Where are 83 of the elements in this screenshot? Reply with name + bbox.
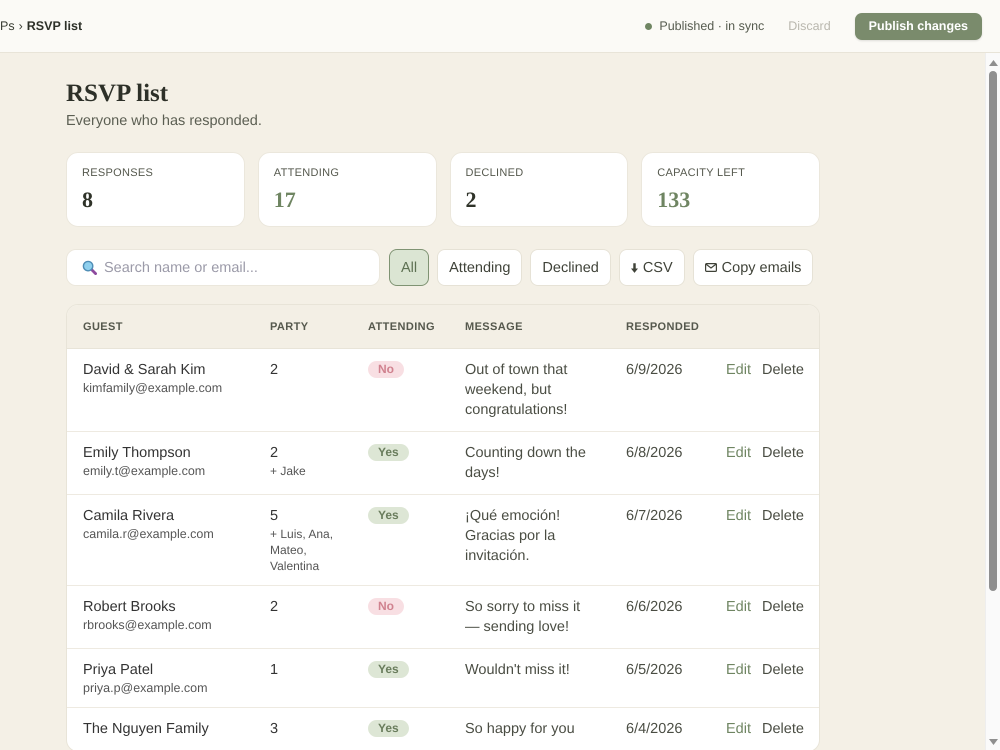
scroll-down-arrow-icon[interactable] (988, 739, 998, 745)
guest-email: priya.p@example.com (83, 680, 209, 696)
status-dot-icon (645, 22, 652, 30)
publish-status: Published · in sync (659, 19, 764, 33)
guest-email: emily.t@example.com (83, 463, 206, 479)
responded-date: 6/5/2026 (625, 661, 684, 680)
responded-date: 6/6/2026 (625, 598, 684, 617)
scrollbar-thumb[interactable] (989, 71, 997, 591)
delete-link[interactable]: Delete (762, 443, 804, 463)
delete-link[interactable]: Delete (762, 719, 804, 739)
envelope-icon (704, 263, 717, 272)
search-field[interactable]: Search name or email... (66, 249, 380, 286)
guest-name: Camila Rivera (83, 507, 176, 526)
party-size: 2 (270, 361, 280, 380)
delete-link[interactable]: Delete (762, 360, 804, 380)
copy-emails-button[interactable]: Copy emails (692, 249, 814, 286)
guest-name: Robert Brooks (83, 598, 177, 617)
message-text: Out of town that weekend, but congratulations! (464, 361, 568, 420)
stat-label: ATTENDING (274, 166, 340, 180)
attending-badge: Yes (368, 507, 409, 524)
edit-link[interactable]: Edit (726, 360, 751, 380)
guest-names: + Luis, Ana, Mateo, Valentina (270, 526, 334, 574)
stat-value: 2 (466, 186, 478, 214)
responded-date: 6/8/2026 (625, 444, 684, 463)
stat-label: DECLINED (466, 166, 525, 180)
guest-name: The Nguyen Family (83, 720, 210, 739)
edit-link[interactable]: Edit (726, 597, 751, 617)
stat-label: RESPONSES (82, 166, 154, 180)
down-arrow-icon (630, 262, 638, 272)
page-title: RSVP list (66, 79, 170, 109)
csv-download-button[interactable]: CSV (618, 249, 685, 286)
guest-email: kimfamily@example.com (83, 380, 224, 396)
attending-badge: No (368, 598, 404, 615)
message-text: Counting down the days! (464, 444, 587, 483)
publish-button[interactable]: Publish changes (854, 12, 982, 40)
message-text: So happy for you (464, 720, 576, 739)
attending-badge: Yes (368, 661, 409, 678)
breadcrumb-link[interactable]: RSVP list (26, 19, 82, 33)
column-header: GUEST (82, 320, 124, 332)
responded-date: 6/9/2026 (625, 361, 684, 380)
party-size: 1 (270, 661, 280, 680)
filter-button[interactable]: All (389, 249, 430, 286)
delete-link[interactable]: Delete (762, 660, 804, 680)
attending-badge: No (368, 361, 404, 378)
stat-value: 8 (82, 186, 94, 214)
attending-badge: Yes (368, 720, 409, 737)
party-size: 2 (270, 598, 280, 617)
scrollbar-track[interactable] (985, 53, 1000, 750)
column-header: ATTENDING (367, 320, 436, 332)
stat-label: CAPACITY LEFT (657, 166, 746, 180)
column-header: PARTY (269, 320, 310, 332)
guest-name: Priya Patel (83, 661, 154, 680)
responded-date: 6/7/2026 (625, 507, 684, 526)
guest-name: David & Sarah Kim (83, 361, 206, 380)
party-size: 3 (270, 720, 280, 739)
party-size: 5 (270, 507, 280, 526)
breadcrumb-separator: › (18, 19, 23, 33)
delete-link[interactable]: Delete (762, 506, 804, 526)
stat-value: 133 (657, 186, 692, 214)
party-size: 2 (270, 444, 280, 463)
responded-date: 6/4/2026 (625, 720, 684, 739)
filter-button[interactable]: Attending (437, 249, 522, 286)
search-icon (82, 260, 97, 275)
edit-link[interactable]: Edit (726, 719, 751, 739)
breadcrumb-link[interactable]: Ps (0, 19, 15, 33)
message-text: Wouldn't miss it! (464, 661, 571, 680)
guest-name: Emily Thompson (83, 444, 192, 463)
edit-link[interactable]: Edit (726, 443, 751, 463)
stat-value: 17 (274, 186, 297, 214)
filter-button[interactable]: Declined (530, 249, 611, 286)
page-subtitle: Everyone who has responded. (66, 112, 263, 131)
scroll-up-arrow-icon[interactable] (988, 60, 998, 66)
attending-badge: Yes (368, 444, 409, 461)
column-header: MESSAGE (464, 320, 524, 332)
edit-link[interactable]: Edit (726, 660, 751, 680)
message-text: So sorry to miss it — sending love! (464, 598, 582, 637)
edit-link[interactable]: Edit (726, 506, 751, 526)
delete-link[interactable]: Delete (762, 597, 804, 617)
guest-email: rbrooks@example.com (83, 617, 213, 633)
guest-names: + Jake (270, 463, 307, 479)
message-text: ¡Qué emoción! Gracias por la invitación. (464, 507, 562, 566)
column-header: RESPONDED (625, 320, 700, 332)
guest-email: camila.r@example.com (83, 526, 215, 542)
